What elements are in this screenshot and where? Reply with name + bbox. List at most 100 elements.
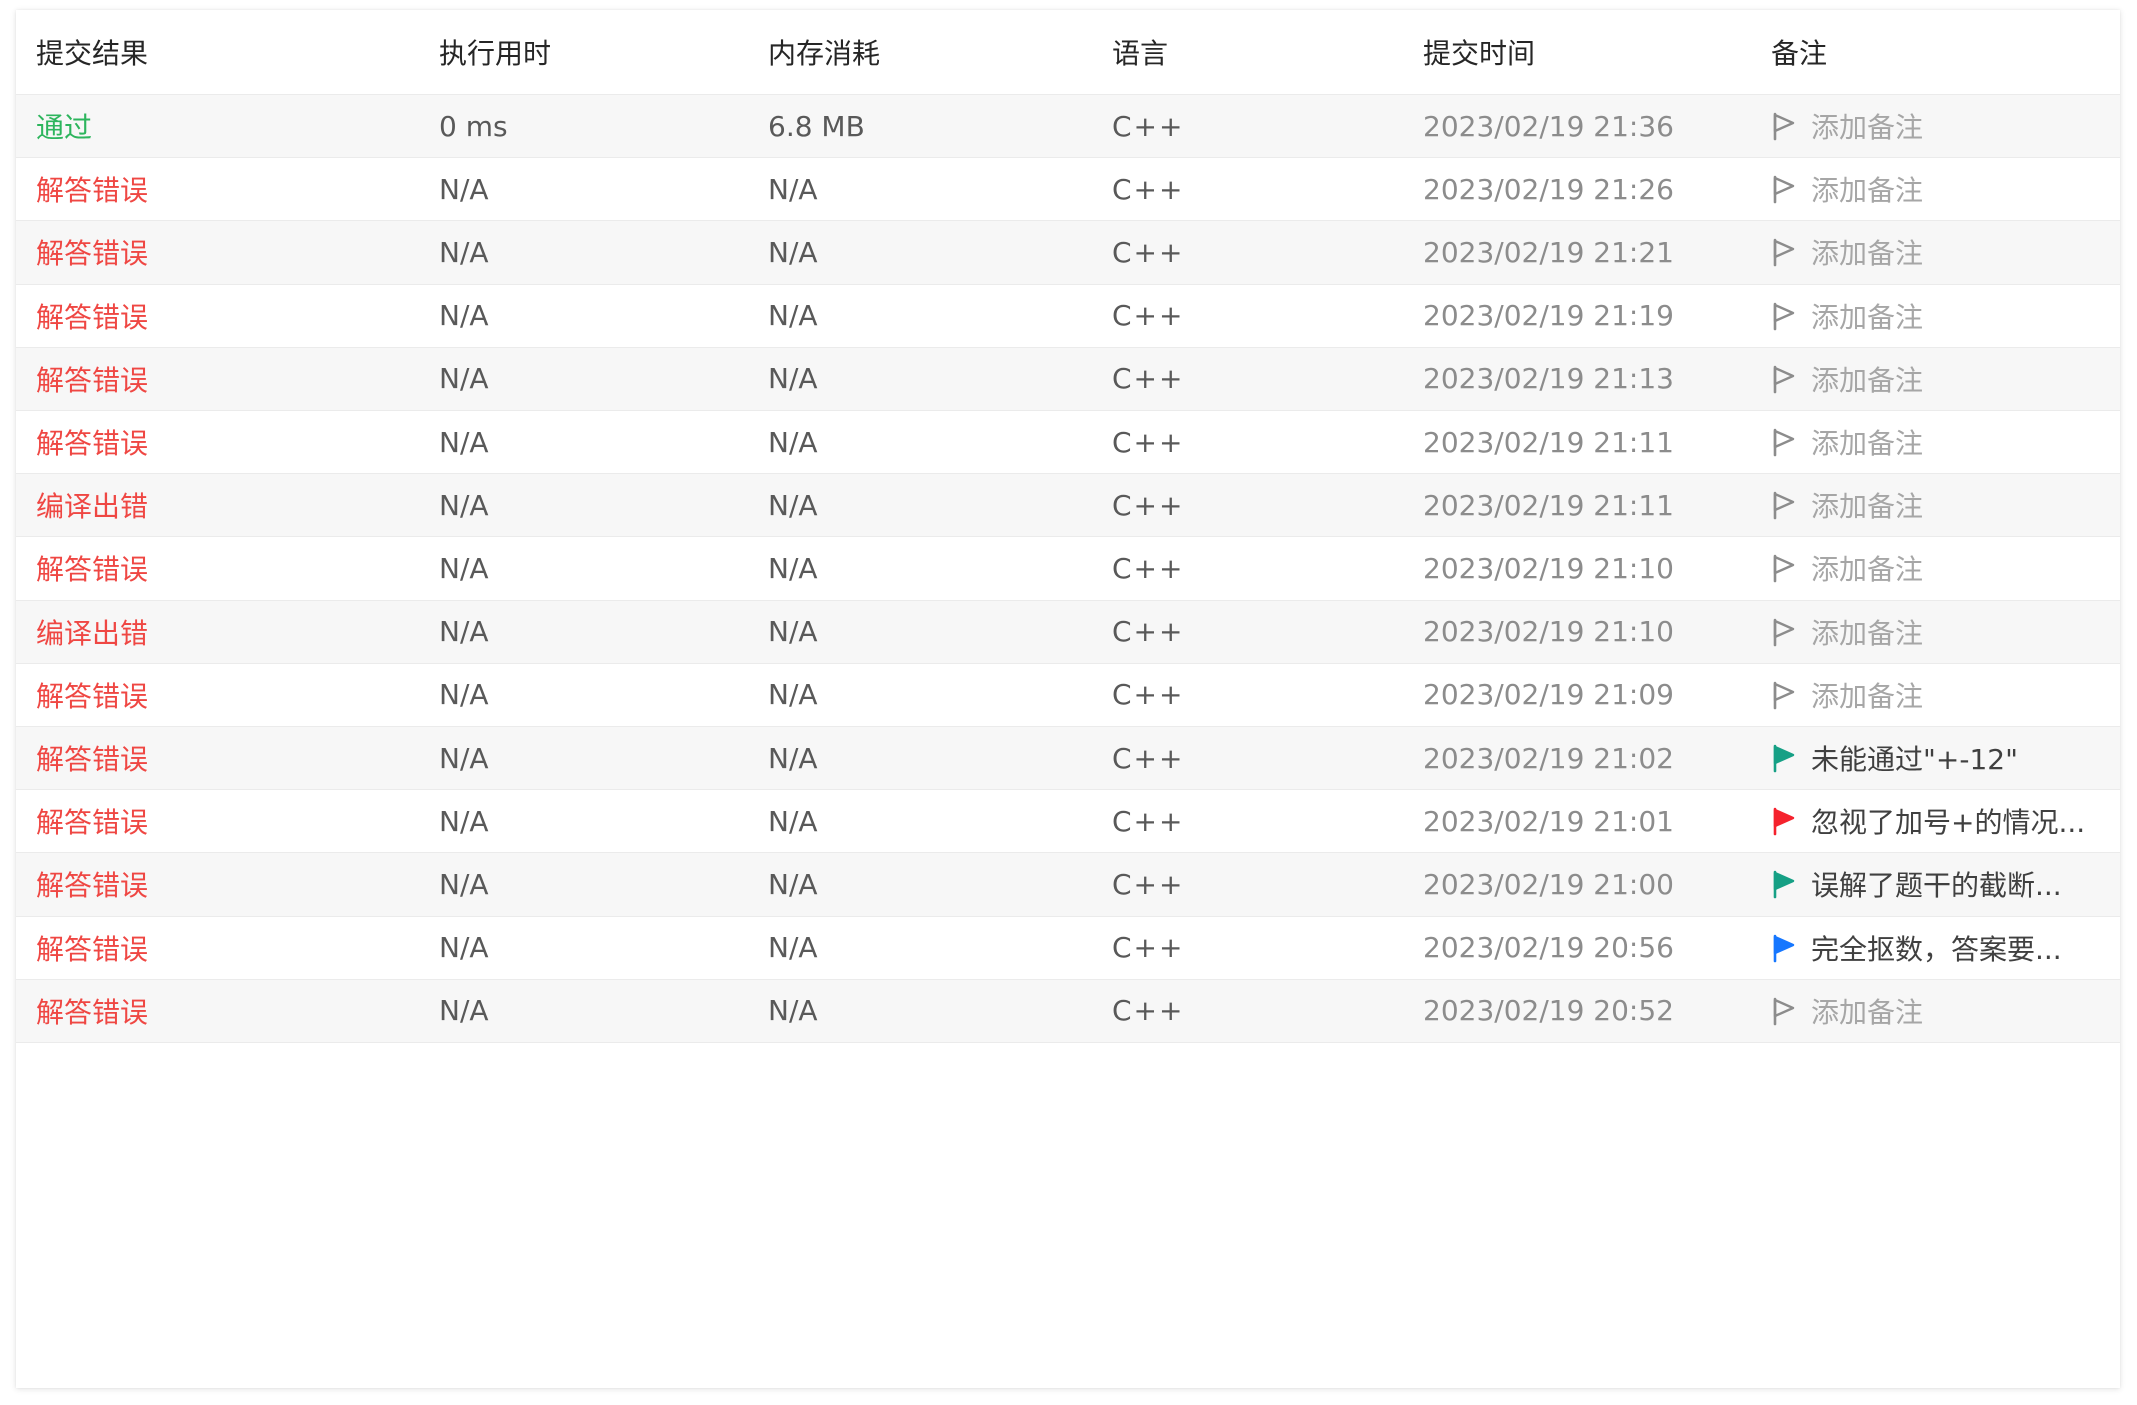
memory-value: N/A xyxy=(768,615,818,649)
note-cell[interactable]: 添加备注 xyxy=(1771,285,1923,347)
table-row[interactable]: 解答错误 N/A N/A C++ 2023/02/19 21:19 添加备注 xyxy=(16,284,2120,348)
table-row[interactable]: 解答错误 N/A N/A C++ 2023/02/19 21:26 添加备注 xyxy=(16,158,2120,222)
header-language[interactable]: 语言 xyxy=(1112,10,1168,94)
note-cell[interactable]: 添加备注 xyxy=(1771,411,1923,473)
note-cell[interactable]: 忽视了加号+的情况... xyxy=(1771,790,2085,852)
result-status-link[interactable]: 解答错误 xyxy=(36,727,148,789)
runtime-value: N/A xyxy=(439,551,489,585)
table-row[interactable]: 解答错误 N/A N/A C++ 2023/02/19 21:09 添加备注 xyxy=(16,663,2120,727)
add-note-link[interactable]: 添加备注 xyxy=(1811,359,1923,399)
note-cell[interactable]: 添加备注 xyxy=(1771,664,1923,726)
result-status-link[interactable]: 解答错误 xyxy=(36,158,148,220)
add-note-link[interactable]: 添加备注 xyxy=(1811,296,1923,336)
table-row[interactable]: 解答错误 N/A N/A C++ 2023/02/19 20:56 完全抠数，答案要... xyxy=(16,916,2120,980)
note-cell[interactable]: 完全抠数，答案要... xyxy=(1771,917,2062,979)
language-value: C++ xyxy=(1112,867,1185,901)
runtime-value: N/A xyxy=(439,488,489,522)
flag-icon[interactable] xyxy=(1771,680,1797,710)
flag-icon[interactable] xyxy=(1771,111,1797,141)
language-value: C++ xyxy=(1112,994,1185,1028)
flag-icon[interactable] xyxy=(1771,869,1797,899)
add-note-link[interactable]: 添加备注 xyxy=(1811,548,1923,588)
add-note-link[interactable]: 添加备注 xyxy=(1811,612,1923,652)
add-note-link[interactable]: 添加备注 xyxy=(1811,422,1923,462)
note-cell[interactable]: 添加备注 xyxy=(1771,537,1923,599)
flag-icon[interactable] xyxy=(1771,364,1797,394)
add-note-link[interactable]: 添加备注 xyxy=(1811,675,1923,715)
submit-time-value: 2023/02/19 21:10 xyxy=(1423,551,1674,585)
add-note-link[interactable]: 添加备注 xyxy=(1811,232,1923,272)
memory-value: N/A xyxy=(768,362,818,396)
result-status-link[interactable]: 解答错误 xyxy=(36,348,148,410)
flag-icon[interactable] xyxy=(1771,743,1797,773)
submit-time-value: 2023/02/19 21:36 xyxy=(1423,109,1674,143)
header-submit-time[interactable]: 提交时间 xyxy=(1423,10,1535,94)
memory-value: N/A xyxy=(768,235,818,269)
note-text[interactable]: 误解了题干的截断... xyxy=(1811,864,2062,904)
table-row[interactable]: 解答错误 N/A N/A C++ 2023/02/19 21:13 添加备注 xyxy=(16,347,2120,411)
add-note-link[interactable]: 添加备注 xyxy=(1811,991,1923,1031)
memory-value: N/A xyxy=(768,804,818,838)
table-row[interactable]: 解答错误 N/A N/A C++ 2023/02/19 20:52 添加备注 xyxy=(16,979,2120,1043)
note-cell[interactable]: 误解了题干的截断... xyxy=(1771,853,2062,915)
language-value: C++ xyxy=(1112,109,1185,143)
flag-icon[interactable] xyxy=(1771,490,1797,520)
language-value: C++ xyxy=(1112,362,1185,396)
result-status-link[interactable]: 解答错误 xyxy=(36,411,148,473)
result-status-link[interactable]: 编译出错 xyxy=(36,601,148,663)
flag-icon[interactable] xyxy=(1771,996,1797,1026)
runtime-value: 0 ms xyxy=(439,109,508,143)
runtime-value: N/A xyxy=(439,867,489,901)
result-status-link[interactable]: 解答错误 xyxy=(36,917,148,979)
flag-icon[interactable] xyxy=(1771,427,1797,457)
note-cell[interactable]: 添加备注 xyxy=(1771,601,1923,663)
flag-icon[interactable] xyxy=(1771,301,1797,331)
add-note-link[interactable]: 添加备注 xyxy=(1811,169,1923,209)
note-cell[interactable]: 添加备注 xyxy=(1771,980,1923,1042)
language-value: C++ xyxy=(1112,741,1185,775)
add-note-link[interactable]: 添加备注 xyxy=(1811,106,1923,146)
result-status-link[interactable]: 解答错误 xyxy=(36,221,148,283)
flag-icon[interactable] xyxy=(1771,933,1797,963)
note-cell[interactable]: 添加备注 xyxy=(1771,474,1923,536)
table-row[interactable]: 通过 0 ms 6.8 MB C++ 2023/02/19 21:36 添加备注 xyxy=(16,95,2120,159)
flag-icon[interactable] xyxy=(1771,806,1797,836)
result-status-link[interactable]: 解答错误 xyxy=(36,790,148,852)
flag-icon[interactable] xyxy=(1771,617,1797,647)
table-row[interactable]: 解答错误 N/A N/A C++ 2023/02/19 21:10 添加备注 xyxy=(16,537,2120,601)
flag-icon[interactable] xyxy=(1771,174,1797,204)
table-row[interactable]: 解答错误 N/A N/A C++ 2023/02/19 21:11 添加备注 xyxy=(16,411,2120,475)
table-row[interactable]: 解答错误 N/A N/A C++ 2023/02/19 21:00 误解了题干的截断... xyxy=(16,853,2120,917)
result-status-link[interactable]: 编译出错 xyxy=(36,474,148,536)
header-result[interactable]: 提交结果 xyxy=(36,10,148,94)
result-status-link[interactable]: 解答错误 xyxy=(36,537,148,599)
note-text[interactable]: 忽视了加号+的情况... xyxy=(1811,801,2085,841)
result-status-link[interactable]: 解答错误 xyxy=(36,853,148,915)
note-text[interactable]: 完全抠数，答案要... xyxy=(1811,928,2062,968)
note-text[interactable]: 未能通过"+-12" xyxy=(1811,738,2018,778)
note-cell[interactable]: 添加备注 xyxy=(1771,95,1923,157)
note-cell[interactable]: 未能通过"+-12" xyxy=(1771,727,2018,789)
flag-icon[interactable] xyxy=(1771,237,1797,267)
header-memory[interactable]: 内存消耗 xyxy=(768,10,880,94)
result-status-link[interactable]: 解答错误 xyxy=(36,285,148,347)
result-status-link[interactable]: 解答错误 xyxy=(36,980,148,1042)
note-cell[interactable]: 添加备注 xyxy=(1771,348,1923,410)
language-value: C++ xyxy=(1112,488,1185,522)
note-cell[interactable]: 添加备注 xyxy=(1771,158,1923,220)
header-runtime[interactable]: 执行用时 xyxy=(439,10,551,94)
table-row[interactable]: 编译出错 N/A N/A C++ 2023/02/19 21:11 添加备注 xyxy=(16,474,2120,538)
result-status-link[interactable]: 通过 xyxy=(36,95,92,157)
add-note-link[interactable]: 添加备注 xyxy=(1811,485,1923,525)
table-row[interactable]: 解答错误 N/A N/A C++ 2023/02/19 21:21 添加备注 xyxy=(16,221,2120,285)
submit-time-value: 2023/02/19 21:01 xyxy=(1423,804,1674,838)
language-value: C++ xyxy=(1112,931,1185,965)
table-row[interactable]: 解答错误 N/A N/A C++ 2023/02/19 21:01 忽视了加号+的情况..… xyxy=(16,790,2120,854)
note-cell[interactable]: 添加备注 xyxy=(1771,221,1923,283)
flag-icon[interactable] xyxy=(1771,553,1797,583)
result-status-link[interactable]: 解答错误 xyxy=(36,664,148,726)
table-row[interactable]: 解答错误 N/A N/A C++ 2023/02/19 21:02 未能通过"+-12" xyxy=(16,727,2120,791)
table-row[interactable]: 编译出错 N/A N/A C++ 2023/02/19 21:10 添加备注 xyxy=(16,600,2120,664)
submit-time-value: 2023/02/19 21:13 xyxy=(1423,362,1674,396)
memory-value: N/A xyxy=(768,299,818,333)
